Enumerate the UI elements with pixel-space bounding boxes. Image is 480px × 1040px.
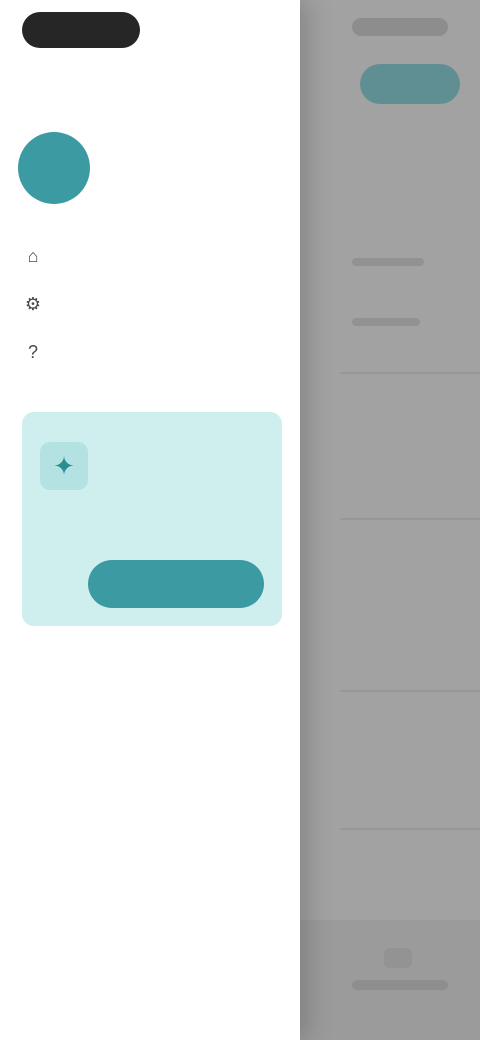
background-text-line bbox=[352, 258, 424, 266]
background-divider bbox=[340, 518, 480, 520]
menu-item-settings[interactable]: ⚙ bbox=[20, 280, 280, 328]
avatar bbox=[18, 132, 90, 204]
profile-header[interactable] bbox=[18, 128, 268, 208]
menu-item-help[interactable]: ? bbox=[20, 328, 280, 376]
background-text-line bbox=[352, 318, 420, 326]
sparkle-icon: ✦ bbox=[40, 442, 88, 490]
help-icon: ? bbox=[27, 342, 38, 362]
drawer-top-pill bbox=[22, 12, 140, 48]
bottom-nav-label bbox=[352, 980, 448, 990]
background-divider bbox=[340, 372, 480, 374]
menu-item-home[interactable]: ⌂ bbox=[20, 232, 280, 280]
settings-icon: ⚙ bbox=[24, 294, 42, 314]
background-divider bbox=[340, 828, 480, 830]
drawer-menu: ⌂ ⚙ ? bbox=[20, 232, 280, 376]
bottom-nav-icon[interactable] bbox=[384, 948, 412, 968]
background-top-button[interactable] bbox=[360, 64, 460, 104]
background-top-line bbox=[352, 18, 448, 36]
promo-button[interactable] bbox=[88, 560, 264, 608]
navigation-drawer: ⌂ ⚙ ? ✦ bbox=[0, 0, 300, 1040]
app-screen: ⌂ ⚙ ? ✦ bbox=[0, 0, 480, 1040]
background-divider bbox=[340, 690, 480, 692]
home-icon: ⌂ bbox=[27, 246, 39, 266]
